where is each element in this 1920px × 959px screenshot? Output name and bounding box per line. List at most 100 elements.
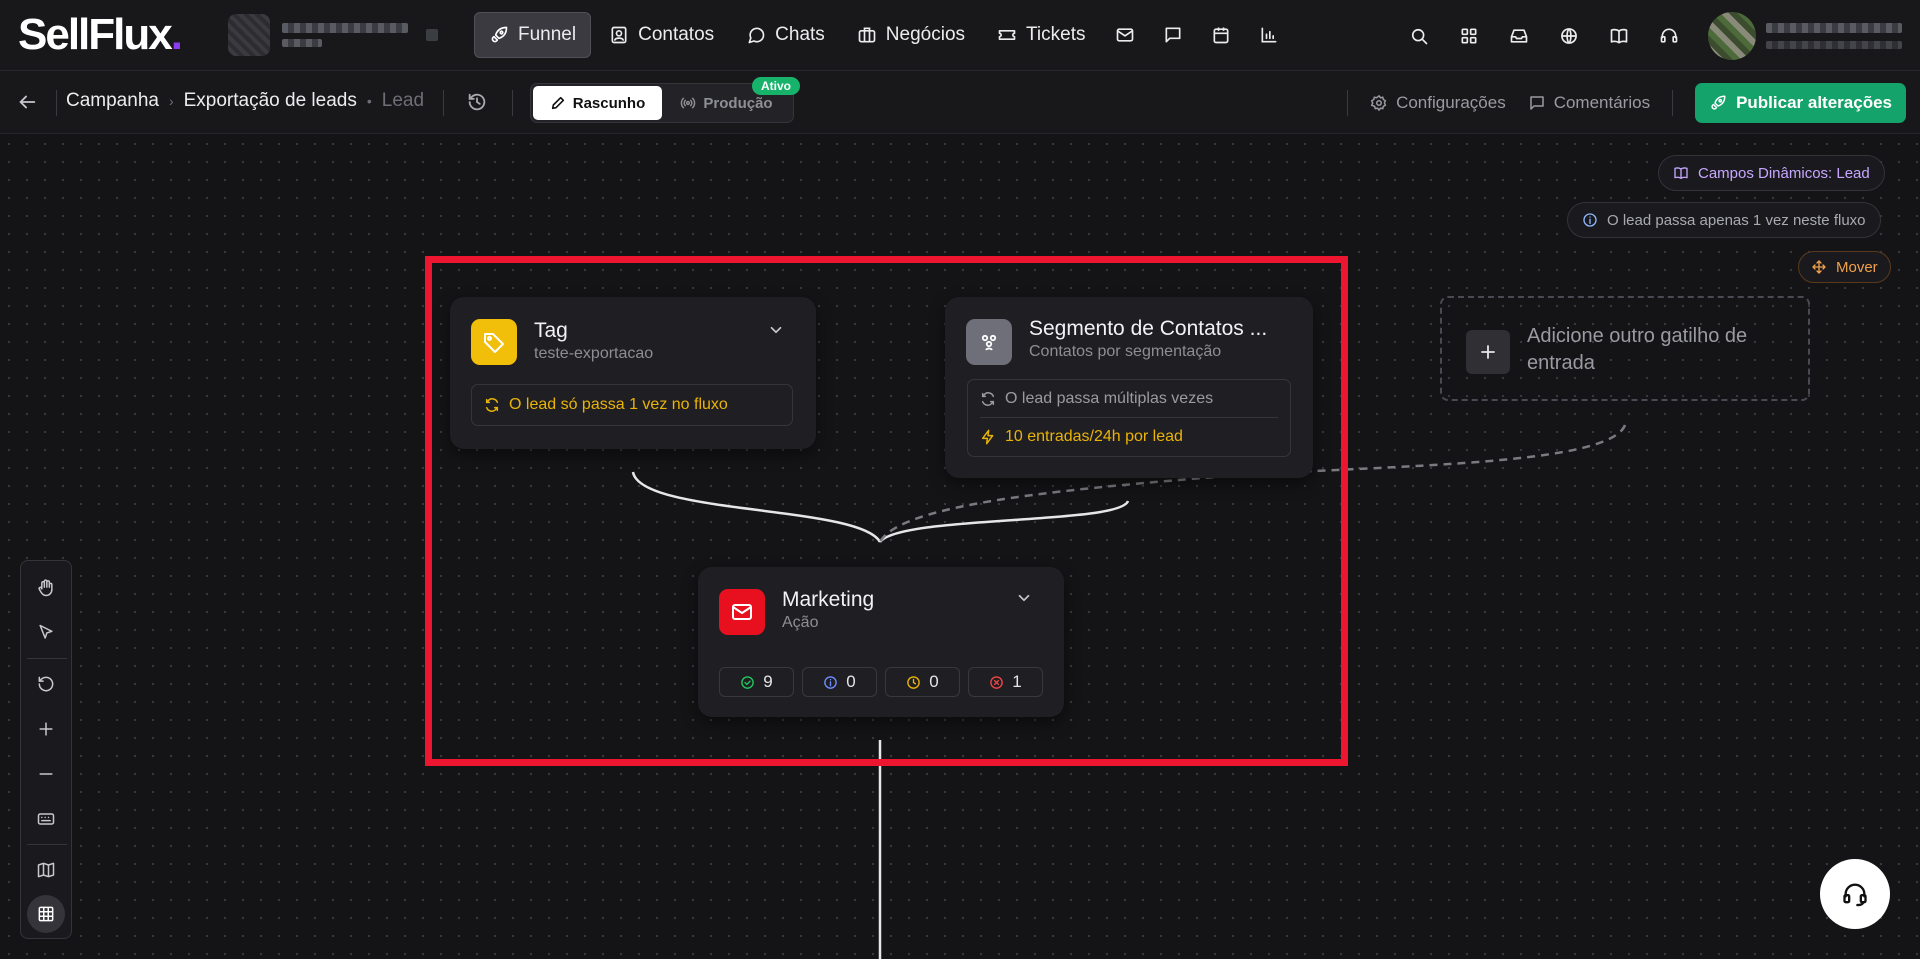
hand-tool-button[interactable] — [27, 569, 65, 607]
apps-button[interactable] — [1446, 13, 1492, 59]
info-icon — [1582, 212, 1598, 228]
mode-draft-button[interactable]: Rascunho — [533, 86, 662, 120]
entry-limit-row: 10 entradas/24h por lead — [980, 418, 1278, 456]
comments-button[interactable]: Comentários — [1528, 93, 1650, 113]
nav-chats-label: Chats — [775, 24, 825, 45]
stat-success[interactable]: 9 — [719, 667, 794, 697]
arrow-left-icon — [16, 91, 38, 113]
chevron-down-icon[interactable] — [1015, 589, 1033, 612]
entry-rule-row: O lead passa múltiplas vezes — [980, 380, 1278, 418]
search-button[interactable] — [1396, 13, 1442, 59]
divider — [56, 90, 57, 116]
headset-icon — [1841, 880, 1869, 908]
breadcrumb-exportacao[interactable]: Exportação de leads — [184, 90, 357, 112]
nav-email-button[interactable] — [1103, 12, 1147, 58]
canvas-toolbar — [20, 560, 72, 939]
nav-negocios[interactable]: Negócios — [843, 12, 979, 58]
nav-tickets-label: Tickets — [1026, 24, 1086, 45]
breadcrumb-campanha[interactable]: Campanha — [66, 90, 159, 112]
lightning-icon — [980, 429, 996, 445]
workspace-switcher[interactable] — [228, 14, 443, 56]
trigger-node-segment[interactable]: Segmento de Contatos ... Contatos por se… — [945, 297, 1313, 478]
node-title: Marketing — [782, 588, 875, 611]
nav-reports-button[interactable] — [1247, 12, 1291, 58]
mover-button[interactable]: Mover — [1798, 251, 1891, 283]
flow-canvas[interactable]: Campos Dinâmicos: Lead O lead passa apen… — [0, 135, 1920, 959]
user-menu[interactable] — [1708, 12, 1902, 60]
entry-rule-text: O lead só passa 1 vez no fluxo — [509, 396, 728, 413]
grid-toggle-button[interactable] — [27, 895, 65, 933]
sellflux-logo[interactable]: SellFlux. — [18, 10, 183, 60]
move-icon — [1811, 259, 1827, 275]
zoom-in-button[interactable] — [27, 710, 65, 748]
undo-button[interactable] — [27, 665, 65, 703]
pencil-icon — [550, 95, 566, 111]
clock-icon — [906, 675, 921, 690]
stat-info[interactable]: 0 — [802, 667, 877, 697]
message-icon — [1163, 25, 1183, 45]
editor-actions: Configurações Comentários Publicar alter… — [1347, 83, 1906, 123]
shortcuts-button[interactable] — [27, 800, 65, 838]
status-badge: Ativo — [752, 77, 800, 95]
docs-button[interactable] — [1596, 13, 1642, 59]
chevron-down-icon[interactable] — [767, 321, 785, 344]
gear-icon — [1370, 94, 1388, 112]
apps-grid-icon — [1459, 26, 1479, 46]
inbox-icon — [1509, 26, 1529, 46]
stat-value: 9 — [763, 672, 773, 691]
nav-funnel[interactable]: Funnel — [474, 12, 592, 58]
nav-chats[interactable]: Chats — [732, 12, 839, 58]
add-trigger-placeholder[interactable]: Adicione outro gatilho de entrada — [1440, 296, 1810, 401]
nav-calendar-button[interactable] — [1199, 12, 1243, 58]
zoom-in-icon — [36, 719, 56, 739]
trigger-node-tag[interactable]: Tag teste-exportacao O lead só passa 1 v… — [450, 297, 816, 449]
stat-pending[interactable]: 0 — [885, 667, 960, 697]
publish-button[interactable]: Publicar alterações — [1695, 83, 1906, 123]
nav-contatos-label: Contatos — [638, 24, 715, 45]
headset-icon — [1659, 26, 1679, 46]
stat-value: 0 — [929, 672, 939, 691]
logo-text: SellFlux — [18, 10, 173, 59]
nav-messages-button[interactable] — [1151, 12, 1195, 58]
stat-error[interactable]: 1 — [968, 667, 1043, 697]
inbox-button[interactable] — [1496, 13, 1542, 59]
node-subtitle: Ação — [782, 614, 819, 631]
segment-entry-rules: O lead passa múltiplas vezes 10 entradas… — [967, 379, 1291, 457]
history-button[interactable] — [466, 91, 488, 113]
tag-entry-rule: O lead só passa 1 vez no fluxo — [471, 384, 793, 426]
node-title: Segmento de Contatos ... — [1029, 317, 1268, 340]
help-chat-button[interactable] — [1820, 859, 1890, 929]
zoom-out-icon — [36, 764, 56, 784]
search-icon — [1409, 26, 1429, 46]
support-button[interactable] — [1646, 13, 1692, 59]
plus-icon — [1466, 330, 1510, 374]
mover-label: Mover — [1836, 258, 1878, 276]
dynamic-fields-label: Campos Dinâmicos: Lead — [1698, 164, 1870, 182]
comments-label: Comentários — [1553, 93, 1651, 112]
dynamic-fields-button[interactable]: Campos Dinâmicos: Lead — [1658, 155, 1885, 191]
rocket-icon — [489, 25, 509, 45]
x-circle-icon — [989, 675, 1004, 690]
nav-negocios-label: Negócios — [885, 24, 966, 45]
node-subtitle: teste-exportacao — [534, 345, 654, 362]
publish-label: Publicar alterações — [1736, 93, 1892, 112]
nav-funnel-label: Funnel — [518, 24, 577, 45]
node-title: Tag — [534, 319, 568, 342]
zoom-out-button[interactable] — [27, 755, 65, 793]
chat-icon — [746, 25, 766, 45]
stat-value: 1 — [1012, 672, 1022, 691]
settings-button[interactable]: Configurações — [1370, 93, 1506, 113]
select-tool-button[interactable] — [27, 614, 65, 652]
mail-icon — [719, 589, 765, 635]
hand-icon — [36, 578, 56, 598]
info-icon — [823, 675, 838, 690]
back-button[interactable] — [16, 91, 38, 113]
editor-bar: Campanha › Exportação de leads • Lead Ra… — [0, 70, 1920, 134]
flow-info-pill: O lead passa apenas 1 vez neste fluxo — [1567, 202, 1881, 238]
workspace-menu-icon — [426, 29, 438, 41]
minimap-button[interactable] — [27, 851, 65, 889]
nav-contatos[interactable]: Contatos — [595, 12, 728, 58]
integrations-button[interactable] — [1546, 13, 1592, 59]
nav-tickets[interactable]: Tickets — [983, 12, 1099, 58]
top-bar: SellFlux. Funnel Contatos Chats Negócios… — [0, 0, 1920, 70]
